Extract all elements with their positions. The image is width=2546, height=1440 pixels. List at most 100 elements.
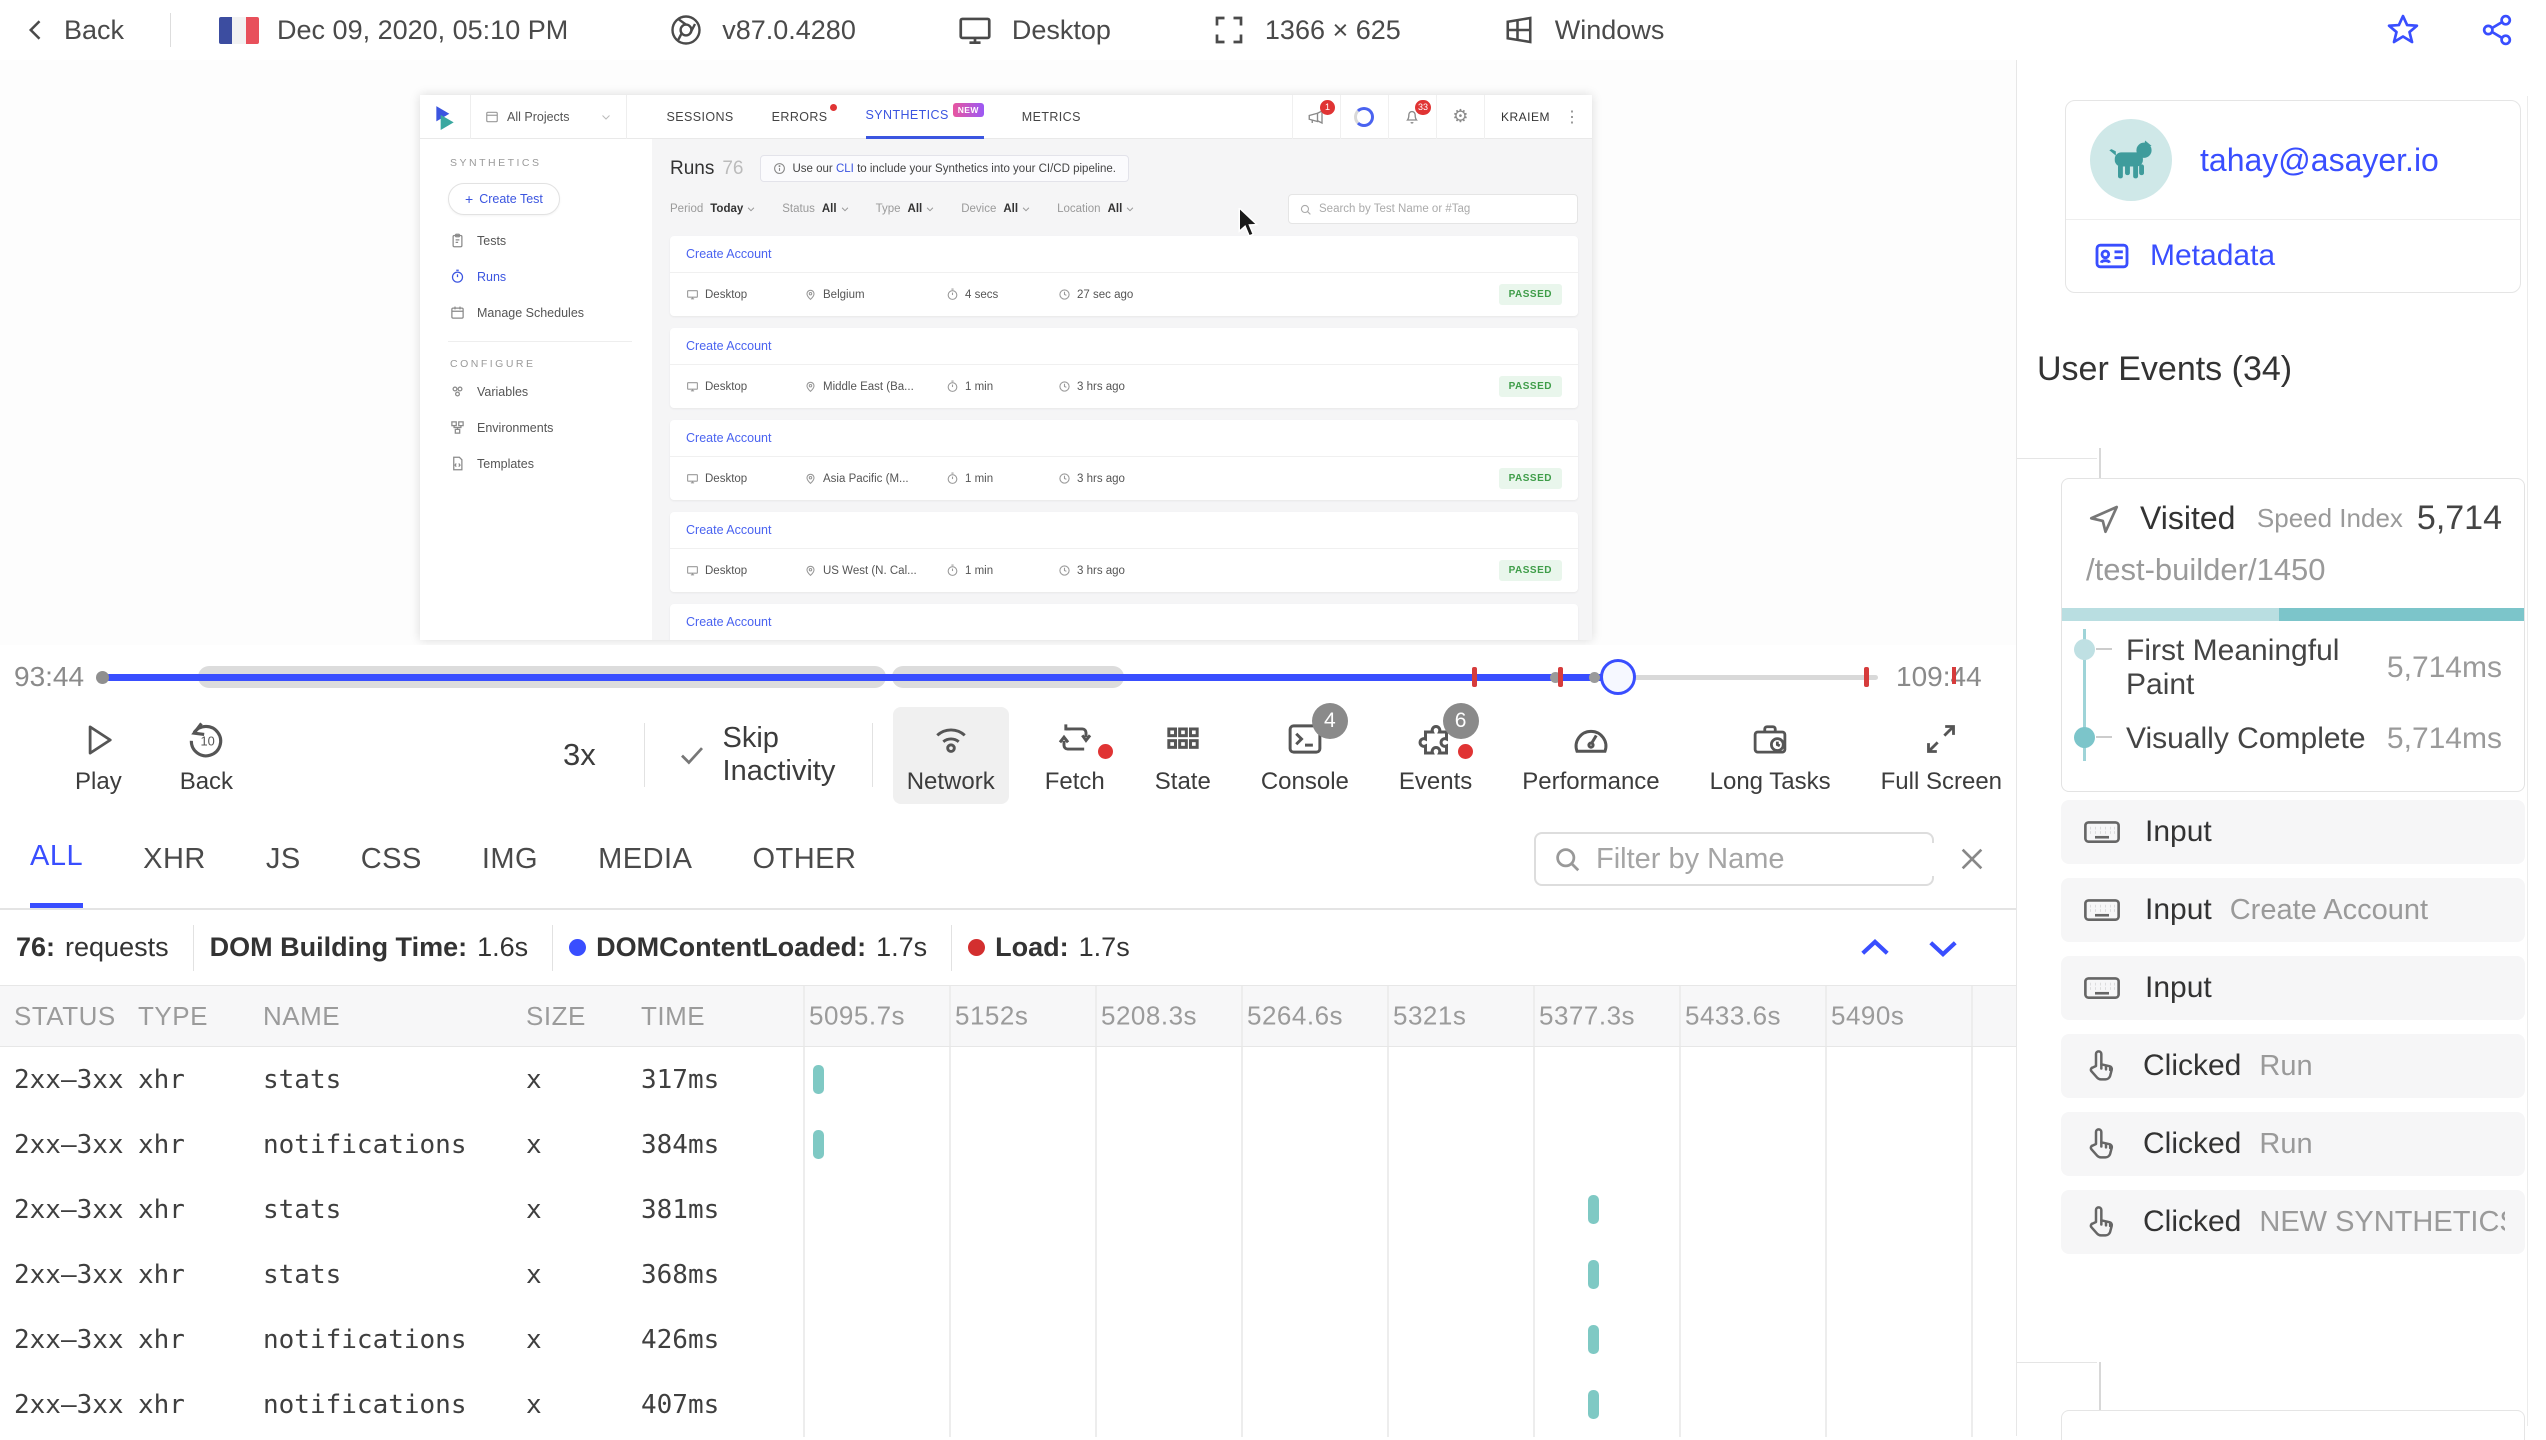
thread-line: [2017, 1362, 2097, 1363]
project-selector[interactable]: All Projects: [470, 95, 627, 139]
divider: [872, 723, 873, 787]
france-flag-icon: [219, 17, 259, 44]
run-title-link[interactable]: Create Account: [670, 420, 1578, 457]
net-tab-css[interactable]: CSS: [361, 810, 422, 908]
panel-console[interactable]: 4 Console: [1247, 707, 1363, 804]
monitor-icon: [686, 564, 699, 577]
divider: [448, 341, 632, 342]
panel-state[interactable]: State: [1141, 707, 1225, 804]
issue-marker[interactable]: [1864, 667, 1869, 687]
sidebar-item-variables[interactable]: Variables: [450, 384, 652, 399]
panel-network[interactable]: Network: [893, 707, 1009, 804]
current-time-label: 93:44: [14, 661, 84, 693]
notifications-bell-button[interactable]: 33: [1388, 95, 1436, 139]
event-clicked[interactable]: Clicked Run: [2061, 1112, 2525, 1176]
run-title-link[interactable]: Create Account: [670, 604, 1578, 640]
close-panel-icon[interactable]: [1956, 843, 1988, 875]
speed-toggle[interactable]: 3x: [563, 737, 596, 773]
table-row[interactable]: 2xx–3xx xhr stats x 381ms: [0, 1177, 2016, 1242]
metric-dot: [2074, 727, 2095, 748]
issue-marker[interactable]: [1472, 667, 1477, 687]
cli-link[interactable]: CLI: [836, 163, 854, 175]
sidebar-item-templates[interactable]: Templates: [450, 456, 652, 471]
ruler-tick: 5152s: [955, 1001, 1028, 1032]
filter-by-name-input[interactable]: [1596, 843, 1973, 876]
app-tab-synthetics[interactable]: SYNTHETICSNEW: [866, 95, 984, 139]
jump-prev-icon[interactable]: [1854, 927, 1896, 969]
skip-inactivity-toggle[interactable]: Skip Inactivity: [677, 722, 836, 788]
app-tab-sessions[interactable]: SESSIONS: [667, 95, 734, 139]
sidebar-item-runs[interactable]: Runs: [450, 269, 652, 284]
play-button[interactable]: Play: [75, 715, 122, 796]
app-tab-metrics[interactable]: METRICS: [1022, 95, 1081, 139]
back-10-button[interactable]: 10 Back: [180, 715, 233, 796]
table-row[interactable]: 2xx–3xx xhr notifications x 384ms: [0, 1112, 2016, 1177]
speed-bar: [2062, 608, 2524, 621]
console-badge: 4: [1312, 703, 1348, 739]
app-tab-errors[interactable]: ERRORS: [772, 95, 828, 139]
events-issue-dot: [1458, 744, 1473, 759]
panel-long-tasks[interactable]: Long Tasks: [1696, 707, 1845, 804]
table-row[interactable]: 2xx–3xx xhr notifications x 426ms: [0, 1307, 2016, 1372]
app-user-menu[interactable]: KRAIEM: [1484, 95, 1562, 139]
create-test-button[interactable]: +Create Test: [448, 183, 560, 215]
seek-knob[interactable]: [1600, 659, 1636, 695]
user-email-link[interactable]: tahay@asayer.io: [2200, 142, 2439, 179]
test-search-input[interactable]: [1319, 203, 1567, 215]
seek-progress: [106, 674, 1617, 681]
monitor-icon: [686, 288, 699, 301]
run-title-link[interactable]: Create Account: [670, 512, 1578, 549]
panel-fetch[interactable]: Fetch: [1031, 707, 1119, 804]
net-tab-other[interactable]: OTHER: [752, 810, 856, 908]
share-icon[interactable]: [2478, 11, 2516, 49]
app-logo-icon: [432, 104, 458, 130]
net-tab-xhr[interactable]: XHR: [143, 810, 206, 908]
search-icon: [1299, 203, 1312, 216]
favorite-star-icon[interactable]: [2384, 11, 2422, 49]
resolution: 1366 × 625: [1265, 15, 1401, 46]
scrollbar-track[interactable]: [2527, 96, 2528, 1426]
table-row[interactable]: 2xx–3xx xhr stats x 368ms: [0, 1242, 2016, 1307]
event-input[interactable]: Input Create Account: [2061, 878, 2525, 942]
kebab-menu-icon[interactable]: ⋮: [1562, 107, 1592, 127]
file-code-icon: [450, 456, 465, 471]
sidebar-section-configure: CONFIGURE: [450, 358, 652, 370]
sidebar-item-manage-schedules[interactable]: Manage Schedules: [450, 305, 652, 320]
run-title-link[interactable]: Create Account: [670, 236, 1578, 273]
sidebar-item-environments[interactable]: Environments: [450, 420, 652, 435]
net-tab-all[interactable]: ALL: [30, 810, 83, 908]
jump-next-icon[interactable]: [1922, 927, 1964, 969]
net-tab-img[interactable]: IMG: [482, 810, 538, 908]
browser-version: v87.0.4280: [722, 15, 856, 46]
panel-full-screen[interactable]: Full Screen: [1867, 707, 2016, 804]
seek-track[interactable]: [106, 675, 1878, 680]
monitor-icon: [686, 380, 699, 393]
metadata-button[interactable]: Metadata: [2066, 220, 2520, 292]
chevron-down-icon: [1125, 204, 1135, 214]
rewind-10-icon: 10: [184, 715, 228, 761]
settings-gear-button[interactable]: ⚙: [1436, 95, 1484, 139]
location-pin-icon: [804, 288, 817, 301]
event-input[interactable]: Input: [2061, 956, 2525, 1020]
visited-event-card[interactable]: Visited Speed Index 5,714 /test-builder/…: [2061, 478, 2525, 792]
table-row[interactable]: 2xx–3xx xhr stats x 317ms: [0, 1047, 2016, 1112]
net-tab-media[interactable]: MEDIA: [598, 810, 692, 908]
network-stats-row: 76:requests DOM Building Time:1.6s DOMCo…: [0, 910, 2016, 985]
event-input[interactable]: Input: [2061, 800, 2525, 864]
sidebar-item-tests[interactable]: Tests: [450, 233, 652, 248]
announcements-button[interactable]: 1: [1292, 95, 1340, 139]
net-tab-js[interactable]: JS: [266, 810, 301, 908]
event-clicked[interactable]: Clicked Run: [2061, 1034, 2525, 1098]
table-row[interactable]: 2xx–3xx xhr notifications x 407ms: [0, 1372, 2016, 1437]
panel-events[interactable]: 6 Events: [1385, 707, 1486, 804]
run-card: Create Account Desktop Middle East (Ba..…: [670, 328, 1578, 408]
hand-pointer-icon: [2081, 1046, 2121, 1086]
back-button[interactable]: Back: [22, 15, 124, 46]
chevron-down-icon: [925, 204, 935, 214]
filter-box: [1534, 832, 1934, 886]
col-size: SIZE: [526, 1001, 641, 1032]
issue-marker[interactable]: [1558, 667, 1563, 687]
run-title-link[interactable]: Create Account: [670, 328, 1578, 365]
event-clicked[interactable]: Clicked NEW SYNTHETICS: [2061, 1190, 2525, 1254]
panel-performance[interactable]: Performance: [1508, 707, 1673, 804]
